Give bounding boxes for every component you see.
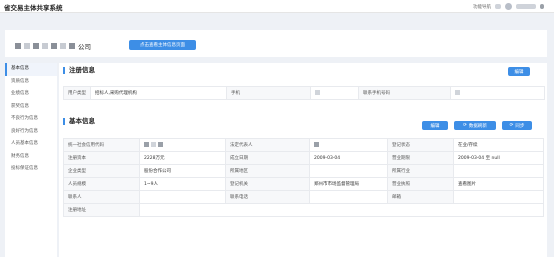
region-label: 所属地区 (225, 164, 310, 178)
table-row: 注册资本 2228万元 成立日期 2009-03-04 营业期限 2009-03… (63, 151, 544, 165)
registration-section-title: 注册信息 (63, 67, 95, 74)
sidebar-item-personnel[interactable]: 人员基本信息 (5, 138, 57, 151)
redacted-block (69, 43, 75, 49)
basic-info-table: 统一社会信用代码 法定代表人 登记状态 在业/存续 注册资本 2228万元 成立… (63, 138, 544, 217)
sidebar-item-awards[interactable]: 获奖信息 (5, 101, 57, 114)
basic-edit-button[interactable]: 编辑 (422, 121, 448, 130)
company-header-card: 公司 点击查看主体信息页面 (5, 30, 547, 57)
email-value (453, 190, 544, 204)
registration-authority-value: 郑州市市场监督管理局 (309, 177, 388, 191)
sidebar-item-qualification[interactable]: 资质信息 (5, 76, 57, 89)
legal-rep-value (309, 138, 388, 152)
top-right-area: 功能导航 (473, 3, 544, 10)
sidebar-item-bad-conduct[interactable]: 不良行为信息 (5, 113, 57, 126)
redacted-block (314, 142, 319, 147)
redacted-block (33, 43, 39, 49)
registered-address-label: 注册地址 (63, 203, 140, 217)
redacted-block (24, 43, 30, 49)
user-type-value: 招标人,采购代理机构 (90, 86, 227, 100)
sidebar: 基本信息 资质信息 业绩信息 获奖信息 不良行为信息 良好行为信息 人员基本信息… (5, 63, 57, 257)
top-bar: 省交易主体共享系统 功能导航 (0, 0, 554, 13)
registration-authority-label: 登记机关 (225, 177, 310, 191)
phone-value (310, 86, 359, 100)
registration-table: 用户类型 招标人,采购代理机构 手机 联系手机号码 (63, 86, 545, 100)
sync-label: 同步 (515, 123, 525, 129)
mobile-value (450, 86, 545, 100)
phone-label: 手机 (226, 86, 311, 100)
staff-size-value: 1~9人 (139, 177, 226, 191)
registration-edit-button[interactable]: 编辑 (508, 67, 530, 76)
mobile-label: 联系手机号码 (358, 86, 451, 100)
staff-size-label: 人员规模 (63, 177, 140, 191)
legal-rep-label: 法定代表人 (225, 138, 310, 152)
company-name-suffix: 公司 (78, 43, 91, 51)
reg-status-label: 登记状态 (387, 138, 454, 152)
contact-phone-label: 联系电话 (225, 190, 310, 204)
main-content: 注册信息 编辑 用户类型 招标人,采购代理机构 手机 联系手机号码 基本信息 编… (59, 63, 547, 257)
refresh-data-label: 数据刷新 (468, 123, 487, 129)
sidebar-item-good-conduct[interactable]: 良好行为信息 (5, 126, 57, 139)
established-date-label: 成立日期 (225, 151, 310, 165)
table-row: 联系人 联系电话 邮箱 (63, 190, 544, 204)
contact-person-value (139, 190, 226, 204)
reg-status-value: 在业/存续 (453, 138, 544, 152)
business-term-label: 营业期限 (387, 151, 454, 165)
company-name: 公司 (15, 41, 91, 51)
app-title: 省交易主体共享系统 (4, 4, 63, 12)
refresh-icon: ⟳ (463, 123, 467, 128)
sidebar-item-finance[interactable]: 财务信息 (5, 151, 57, 164)
sync-icon: ⟳ (509, 123, 514, 128)
redacted-block (60, 43, 66, 49)
business-license-label: 营业执照 (387, 177, 454, 191)
user-avatar[interactable] (505, 3, 512, 10)
established-date-value: 2009-03-04 (309, 151, 388, 165)
table-row: 统一社会信用代码 法定代表人 登记状态 在业/存续 (63, 138, 544, 152)
redacted-block (144, 142, 149, 147)
company-type-value: 股份合作公司 (139, 164, 226, 178)
feature-nav-link[interactable]: 功能导航 (473, 4, 491, 10)
redacted-block (51, 43, 57, 49)
user-type-label: 用户类型 (63, 86, 91, 100)
redacted-block (455, 90, 460, 95)
table-row: 人员规模 1~9人 登记机关 郑州市市场监督管理局 营业执照 查看图片 (63, 177, 544, 191)
contact-phone-value (309, 190, 388, 204)
industry-value (453, 164, 544, 178)
region-value (309, 164, 388, 178)
view-license-image-link[interactable]: 查看图片 (453, 177, 544, 191)
table-row: 企业类型 股份合作公司 所属地区 所属行业 (63, 164, 544, 178)
registered-address-value (139, 203, 544, 217)
sync-button[interactable]: ⟳ 同步 (502, 121, 532, 130)
registered-capital-value: 2228万元 (139, 151, 226, 165)
sidebar-item-bid-guarantee[interactable]: 投标保证信息 (5, 163, 57, 176)
table-row: 注册地址 (63, 203, 544, 217)
sidebar-item-performance[interactable]: 业绩信息 (5, 88, 57, 101)
refresh-data-button[interactable]: ⟳ 数据刷新 (454, 121, 496, 130)
sidebar-item-basic-info[interactable]: 基本信息 (5, 63, 57, 76)
view-entity-info-button[interactable]: 点击查看主体信息页面 (129, 40, 196, 50)
user-menu-icon[interactable] (540, 4, 544, 9)
company-type-label: 企业类型 (63, 164, 140, 178)
contact-person-label: 联系人 (63, 190, 140, 204)
email-label: 邮箱 (387, 190, 454, 204)
redacted-block (151, 142, 156, 147)
industry-label: 所属行业 (387, 164, 454, 178)
table-row: 用户类型 招标人,采购代理机构 手机 联系手机号码 (63, 86, 545, 100)
credit-code-label: 统一社会信用代码 (63, 138, 140, 152)
credit-code-value (139, 138, 226, 152)
redacted-block (315, 90, 320, 95)
basic-section-title: 基本信息 (63, 118, 95, 125)
user-name-redacted[interactable] (516, 4, 536, 9)
redacted-block (158, 142, 163, 147)
redacted-block (42, 43, 48, 49)
registered-capital-label: 注册资本 (63, 151, 140, 165)
redacted-block (15, 43, 21, 49)
business-term-value: 2009-03-04 至 null (453, 151, 544, 165)
notification-icon[interactable] (495, 4, 501, 9)
